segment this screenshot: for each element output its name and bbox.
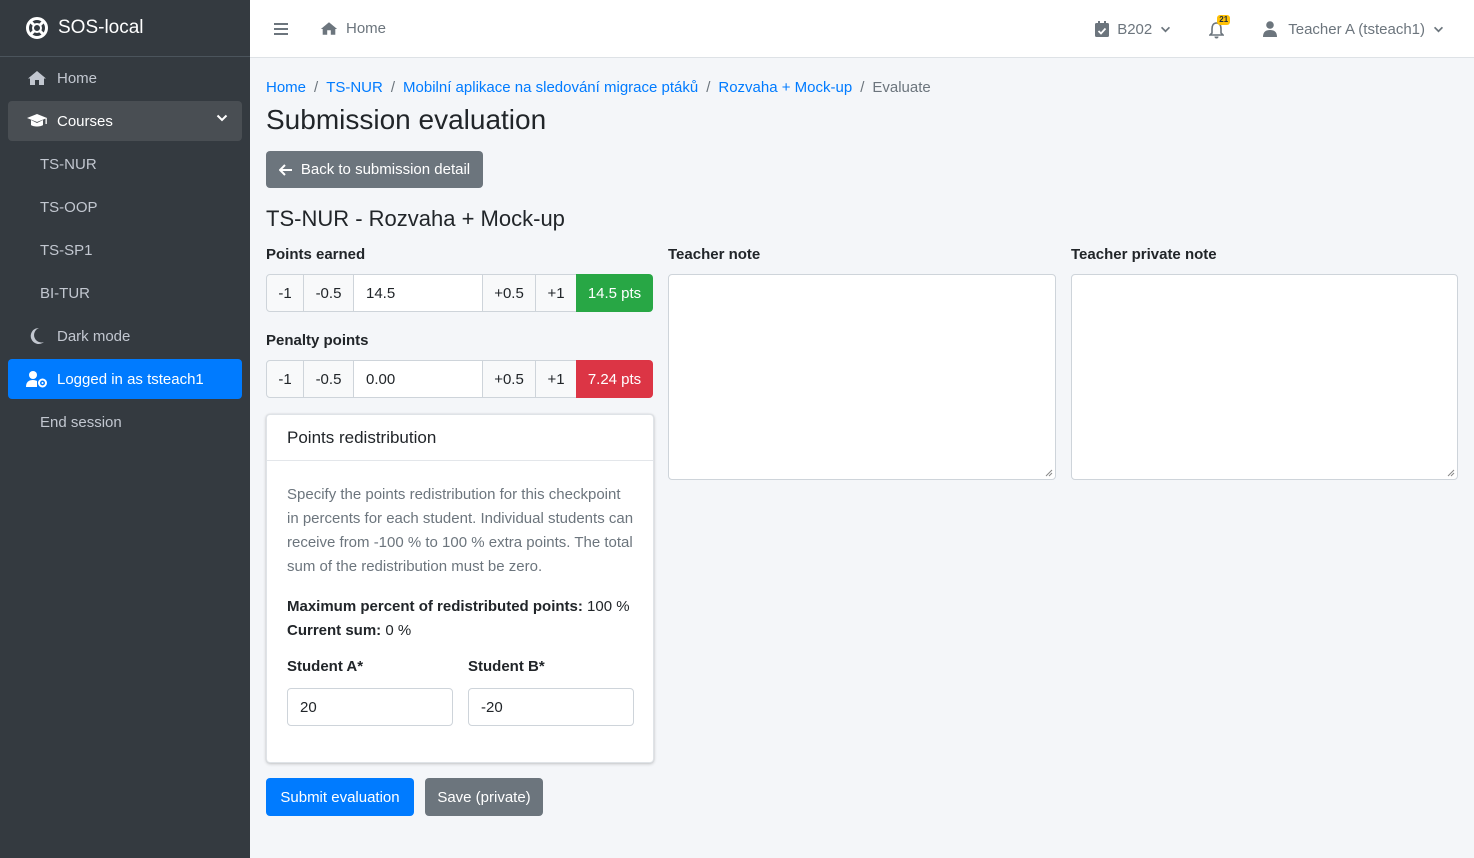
points-earned-input[interactable]: 14.5 [353,274,483,312]
points-minus-1-button[interactable]: -1 [266,274,304,312]
topbar-right: B202 21 Teacher A (tsteach1) [1095,0,1474,58]
student-a-input[interactable]: 20 [287,688,453,726]
penalty-plus-05-button[interactable]: +0.5 [482,360,536,398]
teacher-private-note-label: Teacher private note [1071,246,1217,263]
sidebar-item-dark-mode[interactable]: Dark mode [8,316,242,356]
student-b-input[interactable]: -20 [468,688,634,726]
penalty-minus-05-button[interactable]: -0.5 [303,360,354,398]
topbar: Home B202 21 Teacher A (tsteach1) [250,0,1474,58]
sidebar-item-label: Courses [57,112,113,130]
chevron-down-icon [216,114,228,122]
sidebar-course-bi-tur[interactable]: BI-TUR [8,273,242,313]
current-sum-value: 0 % [385,622,412,639]
penalty-minus-1-button[interactable]: -1 [266,360,304,398]
brand[interactable]: SOS-local [0,0,250,57]
brand-title: SOS-local [58,17,144,38]
user-icon [1263,21,1278,37]
sidebar-course-ts-sp1[interactable]: TS-SP1 [8,230,242,270]
breadcrumb-separator: / [390,79,396,96]
points-earned-label: Points earned [266,246,366,263]
penalty-points-badge: 7.24 pts [576,360,653,398]
save-private-button[interactable]: Save (private) [425,778,543,816]
points-minus-05-button[interactable]: -0.5 [303,274,354,312]
points-redistribution-card: Points redistribution Specify the points… [266,414,654,763]
teacher-note-textarea[interactable] [668,274,1056,480]
home-icon [320,22,338,35]
breadcrumb-home[interactable]: Home [266,79,306,96]
breadcrumb-course[interactable]: TS-NUR [326,79,383,96]
sidebar-nav: Home Courses TS-NUR TS-OOP TS-SP1 BI-TUR… [0,58,250,442]
points-earned-group: -1 -0.5 14.5 +0.5 +1 14.5 pts [266,274,653,312]
sidebar-item-logged-in[interactable]: Logged in as tsteach1 [8,359,242,399]
breadcrumb: Home / TS-NUR / Mobilní aplikace na sled… [266,79,931,96]
user-cog-icon [26,368,48,390]
breadcrumb-project[interactable]: Mobilní aplikace na sledování migrace pt… [403,79,698,96]
topbar-home-link[interactable]: Home [320,20,386,37]
current-sum-label: Current sum: [287,622,382,639]
hamburger-menu-icon[interactable] [274,22,288,35]
chevron-down-icon [1433,26,1444,32]
breadcrumb-separator: / [860,79,865,96]
submit-evaluation-button[interactable]: Submit evaluation [266,778,414,816]
breadcrumb-current: Evaluate [872,79,931,96]
submission-subtitle: TS-NUR - Rozvaha + Mock-up [266,206,565,231]
graduation-cap-icon [26,110,48,132]
back-to-submission-button[interactable]: Back to submission detail [266,151,483,188]
points-earned-badge: 14.5 pts [576,274,653,312]
sidebar-course-ts-oop[interactable]: TS-OOP [8,187,242,227]
home-icon [26,67,48,89]
card-title: Points redistribution [267,415,653,461]
teacher-private-note-textarea[interactable] [1071,274,1458,480]
notification-count-badge: 21 [1217,15,1231,25]
notifications-button[interactable]: 21 [1209,15,1231,39]
back-button-label: Back to submission detail [300,161,471,178]
topbar-home-label: Home [346,20,387,37]
breadcrumb-checkpoint[interactable]: Rozvaha + Mock-up [718,79,852,96]
penalty-points-input[interactable]: 0.00 [353,360,483,398]
calendar-check-icon [1095,21,1110,37]
breadcrumb-separator: / [314,79,319,96]
page-title: Submission evaluation [266,104,547,135]
sidebar-item-home[interactable]: Home [8,58,242,98]
user-dropdown[interactable]: Teacher A (tsteach1) [1263,21,1444,38]
room-label: B202 [1117,20,1153,38]
points-plus-1-button[interactable]: +1 [535,274,577,312]
chevron-down-icon [1161,26,1171,32]
student-a-label: Student A* [287,658,364,675]
redistribution-description: Specify the points redistribution for th… [287,486,634,575]
breadcrumb-separator: / [706,79,711,96]
sidebar-item-end-session[interactable]: End session [8,402,242,442]
room-dropdown[interactable]: B202 [1095,21,1179,38]
teacher-note-label: Teacher note [668,246,761,263]
sidebar-item-label: Logged in as tsteach1 [57,370,204,388]
max-percent-label: Maximum percent of redistributed points: [287,598,583,615]
resize-grip-icon[interactable] [1045,469,1053,477]
penalty-plus-1-button[interactable]: +1 [535,360,577,398]
arrow-left-icon [278,163,292,176]
points-plus-05-button[interactable]: +0.5 [482,274,536,312]
student-b-label: Student B* [468,658,545,675]
resize-grip-icon[interactable] [1447,469,1455,477]
sidebar-item-label: Home [57,69,98,87]
sidebar: SOS-local Home Courses TS-NUR TS-OOP TS-… [0,0,250,858]
penalty-points-group: -1 -0.5 0.00 +0.5 +1 7.24 pts [266,360,653,398]
max-percent-value: 100 % [587,598,630,615]
user-label: Teacher A (tsteach1) [1288,20,1425,38]
sidebar-item-courses[interactable]: Courses [8,101,242,141]
moon-icon [26,325,48,347]
sidebar-course-ts-nur[interactable]: TS-NUR [8,144,242,184]
lifebuoy-icon [26,17,48,39]
redistribution-info: Maximum percent of redistributed points:… [287,595,633,643]
sidebar-item-label: Dark mode [57,327,131,345]
penalty-points-label: Penalty points [266,332,369,349]
